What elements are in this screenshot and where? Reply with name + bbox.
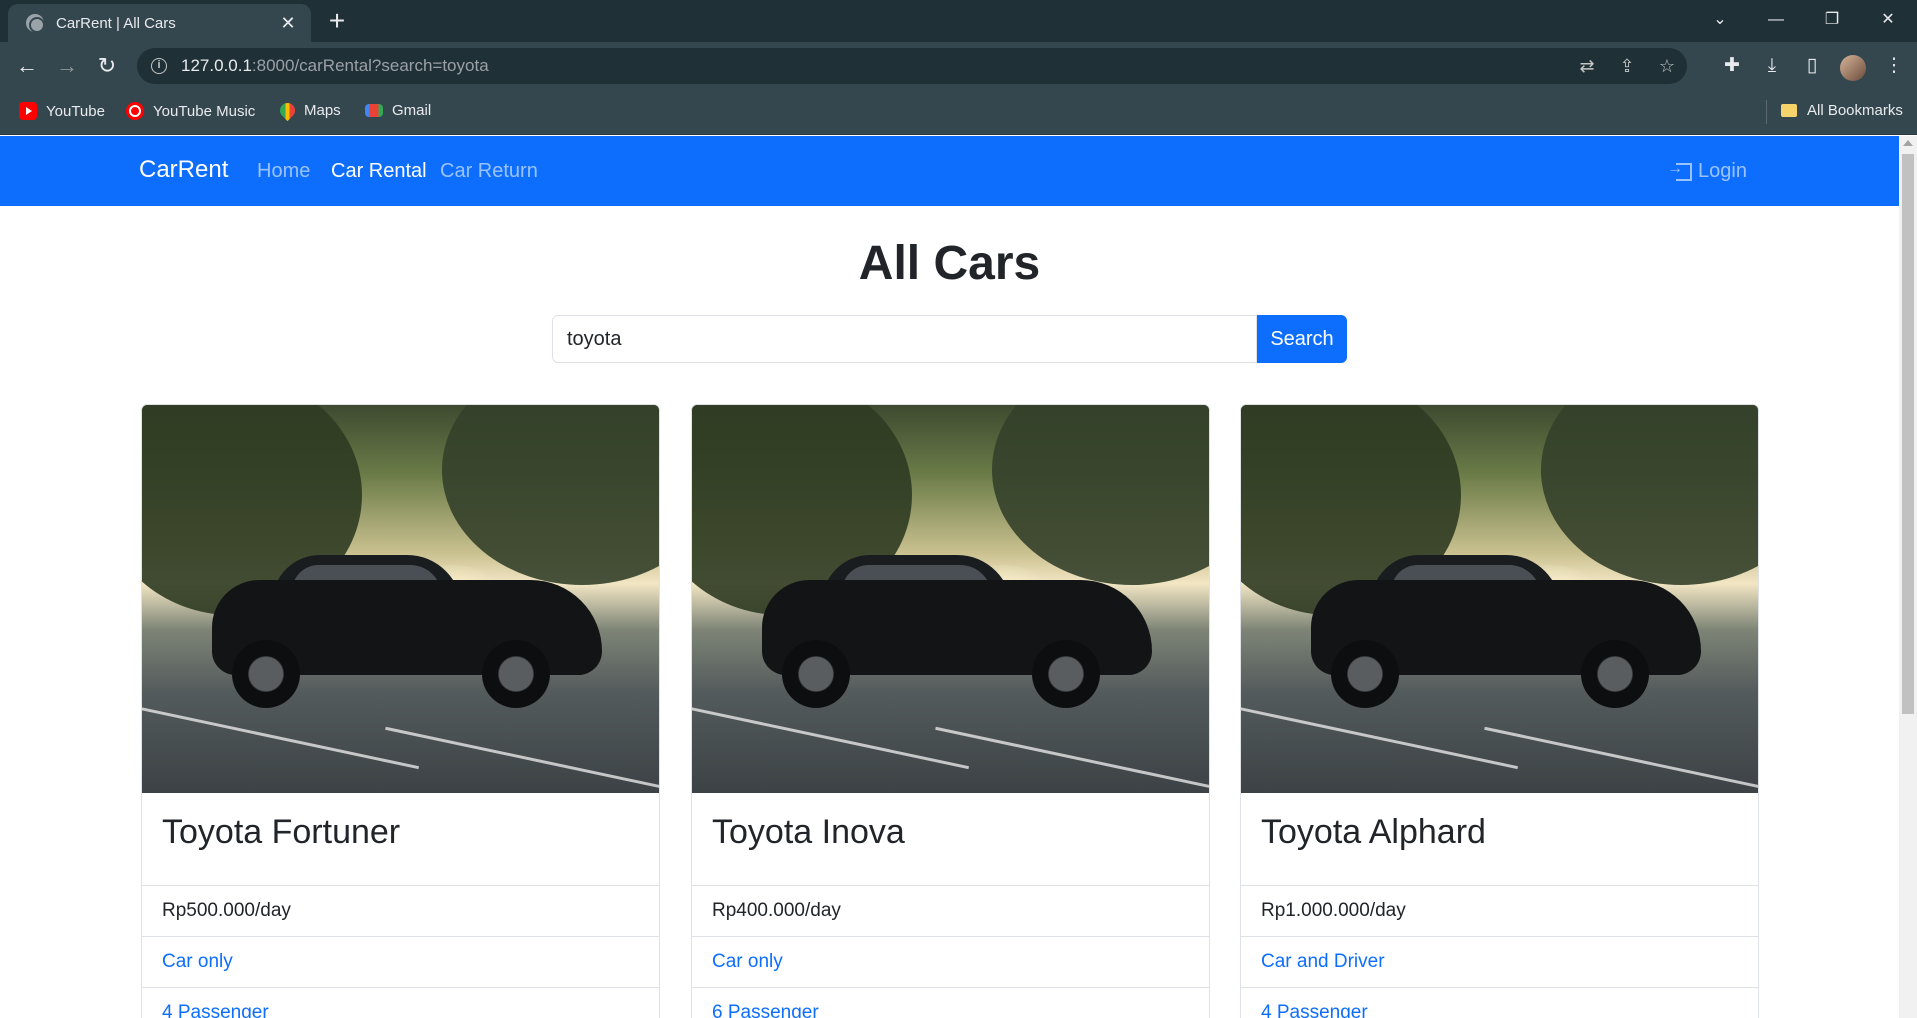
car-image — [1241, 405, 1758, 793]
restore-icon[interactable]: ❐ — [1804, 0, 1860, 40]
car-price: Rp500.000/day — [142, 886, 659, 937]
browser-tab-strip: CarRent | All Cars ✕ + ⌄ — ❐ ✕ — [0, 0, 1917, 42]
search-input[interactable] — [552, 315, 1257, 363]
car-name: Toyota Fortuner — [142, 793, 659, 886]
car-capacity-link[interactable]: 4 Passenger — [142, 988, 659, 1018]
bookmark-youtube[interactable]: YouTube — [19, 102, 105, 120]
car-name: Toyota Inova — [692, 793, 1209, 886]
minimize-icon[interactable]: — — [1748, 0, 1804, 40]
car-service-link[interactable]: Car only — [142, 937, 659, 988]
car-card: Toyota Fortuner Rp500.000/day Car only 4… — [141, 404, 660, 1018]
car-card: Toyota Inova Rp400.000/day Car only 6 Pa… — [691, 404, 1210, 1018]
login-link[interactable]: Login — [1667, 160, 1747, 183]
address-bar[interactable]: i 127.0.0.1:8000/carRental?search=toyota… — [137, 48, 1687, 84]
browser-tab[interactable]: CarRent | All Cars ✕ — [8, 4, 311, 42]
car-service-link[interactable]: Car only — [692, 937, 1209, 988]
youtube-icon — [19, 102, 37, 120]
car-card: Toyota Alphard Rp1.000.000/day Car and D… — [1240, 404, 1759, 1018]
nav-car-return[interactable]: Car Return — [440, 160, 538, 183]
car-service-link[interactable]: Car and Driver — [1241, 937, 1758, 988]
car-price: Rp1.000.000/day — [1241, 886, 1758, 937]
tab-search-chevron-icon[interactable]: ⌄ — [1692, 0, 1748, 40]
page-title: All Cars — [858, 237, 1041, 290]
back-icon[interactable]: ← — [11, 50, 43, 82]
maps-icon — [276, 99, 299, 122]
bookmark-label: YouTube Music — [153, 102, 256, 120]
translate-icon[interactable]: ⇄ — [1567, 56, 1607, 77]
browser-toolbar: ← → ↻ i 127.0.0.1:8000/carRental?search=… — [0, 42, 1917, 90]
folder-icon — [1781, 104, 1797, 117]
bookmark-star-icon[interactable]: ☆ — [1647, 56, 1687, 77]
side-panel-icon[interactable]: ▯ — [1796, 50, 1828, 82]
car-image — [692, 405, 1209, 793]
car-capacity-link[interactable]: 4 Passenger — [1241, 988, 1758, 1018]
search-button[interactable]: Search — [1257, 315, 1347, 363]
bookmark-youtube-music[interactable]: YouTube Music — [126, 102, 255, 120]
reload-icon[interactable]: ↻ — [91, 50, 123, 82]
page-scrollbar[interactable] — [1899, 136, 1917, 1018]
scroll-up-arrow-icon[interactable] — [1903, 140, 1913, 146]
site-navbar: CarRent Home Car Rental Car Return Login — [0, 136, 1899, 206]
car-name: Toyota Alphard — [1241, 793, 1758, 886]
profile-avatar[interactable] — [1840, 55, 1866, 81]
tab-title: CarRent | All Cars — [56, 14, 176, 32]
nav-car-rental[interactable]: Car Rental — [331, 160, 427, 183]
gmail-icon — [365, 104, 383, 117]
bookmark-label: Maps — [304, 102, 341, 119]
extensions-icon[interactable]: ✚ — [1716, 50, 1748, 82]
car-capacity-link[interactable]: 6 Passenger — [692, 988, 1209, 1018]
url-host: 127.0.0.1 — [181, 56, 252, 75]
tab-close-icon[interactable]: ✕ — [277, 13, 299, 34]
nav-home[interactable]: Home — [257, 160, 310, 183]
bookmark-maps[interactable]: Maps — [276, 99, 341, 122]
bookmark-gmail[interactable]: Gmail — [365, 102, 431, 119]
car-image — [142, 405, 659, 793]
bookmarks-bar: YouTube YouTube Music Maps Gmail All Boo… — [0, 90, 1917, 135]
download-icon[interactable]: ⤓ — [1756, 50, 1788, 82]
login-icon — [1667, 160, 1692, 181]
share-icon[interactable]: ⇪ — [1607, 56, 1647, 77]
bookmark-label: Gmail — [392, 102, 432, 119]
new-tab-button[interactable]: + — [322, 6, 352, 36]
forward-icon[interactable]: → — [51, 50, 83, 82]
bookmark-label: YouTube — [46, 102, 105, 120]
window-close-icon[interactable]: ✕ — [1860, 0, 1916, 40]
all-bookmarks-label: All Bookmarks — [1807, 102, 1903, 119]
globe-icon — [26, 14, 45, 33]
all-bookmarks-button[interactable]: All Bookmarks — [1781, 102, 1903, 119]
url-path: :8000/carRental?search=toyota — [251, 56, 489, 75]
scrollbar-thumb[interactable] — [1902, 154, 1914, 714]
login-label: Login — [1698, 160, 1747, 182]
bookmarks-divider — [1766, 100, 1767, 124]
car-price: Rp400.000/day — [692, 886, 1209, 937]
youtube-music-icon — [126, 102, 144, 120]
site-info-icon[interactable]: i — [151, 58, 167, 74]
menu-kebab-icon[interactable]: ⋮ — [1878, 50, 1910, 82]
brand-link[interactable]: CarRent — [139, 156, 228, 184]
search-form: Search — [552, 315, 1347, 363]
